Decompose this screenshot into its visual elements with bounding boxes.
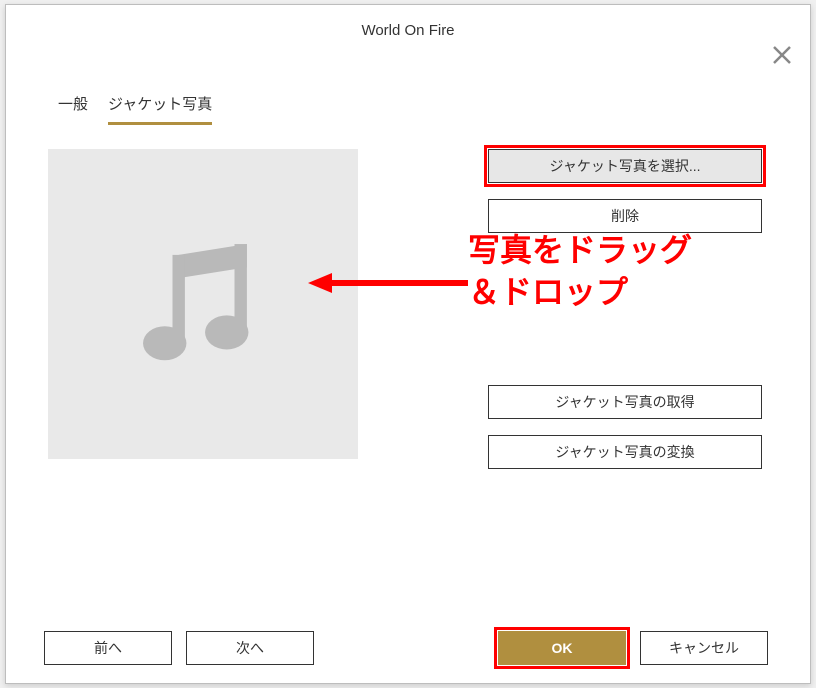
close-button[interactable] bbox=[770, 43, 794, 67]
cancel-button[interactable]: キャンセル bbox=[640, 631, 768, 665]
dialog-window: World On Fire 一般 ジャケット写真 ジャケット写真を選択... 削… bbox=[5, 4, 811, 684]
convert-jacket-button[interactable]: ジャケット写真の変換 bbox=[488, 435, 762, 469]
close-icon bbox=[772, 45, 792, 65]
content-area: ジャケット写真を選択... 削除 ジャケット写真の取得 ジャケット写真の変換 bbox=[6, 125, 810, 469]
tab-general[interactable]: 一般 bbox=[58, 93, 88, 125]
tab-jacket-photo[interactable]: ジャケット写真 bbox=[108, 93, 212, 125]
dialog-title: World On Fire bbox=[361, 22, 454, 39]
get-jacket-button[interactable]: ジャケット写真の取得 bbox=[488, 385, 762, 419]
tab-bar: 一般 ジャケット写真 bbox=[6, 93, 810, 125]
button-column: ジャケット写真を選択... 削除 ジャケット写真の取得 ジャケット写真の変換 bbox=[378, 149, 762, 469]
next-button[interactable]: 次へ bbox=[186, 631, 314, 665]
dialog-header: World On Fire bbox=[6, 5, 810, 55]
ok-button[interactable]: OK bbox=[498, 631, 626, 665]
delete-button[interactable]: 削除 bbox=[488, 199, 762, 233]
dialog-footer: 前へ 次へ OK キャンセル bbox=[6, 631, 810, 665]
footer-right: OK キャンセル bbox=[498, 631, 768, 665]
jacket-image-dropzone[interactable] bbox=[48, 149, 358, 459]
select-jacket-button[interactable]: ジャケット写真を選択... bbox=[488, 149, 762, 183]
footer-left: 前へ 次へ bbox=[44, 631, 314, 665]
music-note-icon bbox=[126, 227, 281, 382]
prev-button[interactable]: 前へ bbox=[44, 631, 172, 665]
